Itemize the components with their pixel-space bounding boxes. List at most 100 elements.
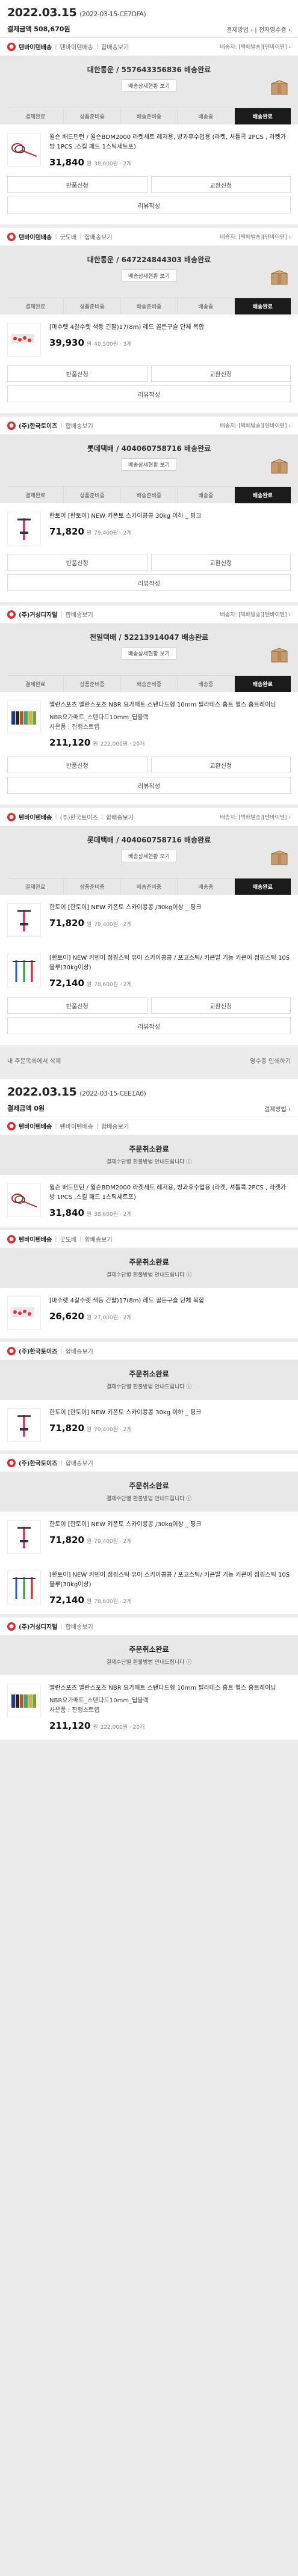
product-body: [마수렛 4갈수렛 색등 긴팔)17(8m) 레드 골든구슬 단체 복합 39,9… — [49, 323, 291, 357]
action-button[interactable]: 리뷰작성 — [7, 197, 291, 213]
shop-sub-name[interactable]: 텐바이텐배송 — [60, 1121, 93, 1130]
merge-shipping-link[interactable]: 합배송보기 — [66, 1622, 93, 1631]
refund-info-link[interactable]: 결제수단별 환불방법 안내드립니다 ⓘ — [7, 1271, 291, 1278]
shop-name[interactable]: (주)한국토이즈 — [19, 1346, 57, 1355]
original-price: 79,400원 · 2개 — [94, 530, 132, 536]
shipping-notice[interactable]: 배송지: [택배발송][텐바이텐] › — [220, 233, 291, 241]
product-name[interactable]: 한토이 [한토이] NEW 키폰토 스카이콩콩 /30kg이상 _ 핑크 — [49, 1520, 291, 1530]
merge-shipping-link[interactable]: 합배송보기 — [85, 1234, 113, 1244]
product-thumbnail[interactable] — [7, 1183, 41, 1217]
action-button[interactable]: 리뷰작성 — [7, 574, 291, 591]
shop-sub-name[interactable]: 굿도배 — [60, 1234, 77, 1244]
shop-name[interactable]: (주)거성디지털 — [19, 1622, 57, 1631]
product-name[interactable]: [마수렛 4갈수렛 색등 긴팔)17(8m) 레드 골든구슬 단체 복합 — [49, 323, 291, 333]
shop-info: ● (주)한국토이즈 | 합배송보기 — [7, 421, 93, 430]
action-button[interactable]: 교환신청 — [151, 756, 291, 773]
tracking-detail-button[interactable]: 배송상세현황 보기 — [121, 647, 177, 660]
shop-name[interactable]: 텐바이텐배송 — [19, 42, 52, 51]
action-button[interactable]: 리뷰작성 — [7, 777, 291, 794]
action-button[interactable]: 교환신청 — [151, 176, 291, 193]
price-currency: 원 — [86, 161, 92, 167]
price-currency: 원 — [86, 922, 92, 928]
product-thumbnail[interactable] — [7, 323, 41, 357]
print-receipt-link[interactable]: 영수증 인쇄하기 — [250, 1056, 291, 1065]
product-name[interactable]: 엘란스포츠 엘란스포츠 NBR 요가매트 스탠다드형 10mm 필라테스 홈트 … — [49, 1684, 291, 1693]
action-button[interactable]: 리뷰작성 — [7, 1017, 291, 1034]
action-button[interactable]: 반품신청 — [7, 756, 147, 773]
merge-shipping-link[interactable]: 합배송보기 — [85, 232, 113, 241]
delivery-step: 상품준비중 — [64, 675, 121, 692]
product-body: 한토이 [한토이] NEW 키폰토 스카이콩콩 /30kg이상 _ 핑크 71,8… — [49, 903, 291, 937]
payment-links[interactable]: 결제방법 › | 전자영수증 › — [226, 25, 291, 34]
refund-info-link[interactable]: 결제수단별 환불방법 안내드립니다 ⓘ — [7, 1494, 291, 1502]
product-name[interactable]: [한토이] NEW 키덴이 점핑스틱 유아 스카이콩콩 / 포고스틱/ 키큰발 … — [49, 954, 291, 973]
action-button[interactable]: 반품신청 — [7, 554, 147, 571]
merge-shipping-link[interactable]: 합배송보기 — [106, 812, 134, 821]
tracking-detail-button[interactable]: 배송상세현황 보기 — [121, 458, 177, 471]
shipping-notice[interactable]: 배송지: [택배발송][텐바이텐] › — [220, 610, 291, 618]
product-name[interactable]: 한토이 [한토이] NEW 키폰토 스카이콩콩 /30kg이상 _ 핑크 — [49, 903, 291, 913]
merge-shipping-link[interactable]: 합배송보기 — [101, 42, 129, 51]
refund-info-link[interactable]: 결제수단별 환불방법 안내드립니다 ⓘ — [7, 1158, 291, 1165]
merge-shipping-link[interactable]: 합배송보기 — [66, 1458, 93, 1467]
delivery-box-icon — [270, 270, 288, 286]
status-box: 롯데택배 / 404060758716 배송완료 배송상세현황 보기 결제완료 상품준… — [0, 826, 298, 895]
divider: | — [55, 233, 57, 240]
order-meta: 결제금액 0원 결제방법 › — [7, 1103, 291, 1113]
tracking-detail-button[interactable]: 배송상세현황 보기 — [121, 850, 177, 862]
product-thumbnail[interactable] — [7, 1296, 41, 1330]
product-name[interactable]: [한토이] NEW 키덴이 점핑스틱 유아 스카이콩콩 / 포고스틱/ 키큰발 … — [49, 1571, 291, 1590]
shipping-notice[interactable]: 배송지: [택배발송][텐바이텐] › — [220, 813, 291, 821]
action-button[interactable]: 교환신청 — [151, 365, 291, 382]
shop-name[interactable]: 텐바이텐배송 — [19, 1234, 52, 1244]
shop-sub-name[interactable]: 텐바이텐배송 — [60, 42, 93, 51]
shop-name[interactable]: (주)거성디지털 — [19, 610, 57, 619]
product-thumbnail[interactable] — [7, 1408, 41, 1442]
merge-shipping-link[interactable]: 합배송보기 — [66, 610, 93, 619]
payment-links[interactable]: 결제방법 › — [264, 1104, 291, 1113]
shop-name[interactable]: (주)한국토이즈 — [19, 421, 57, 430]
product-thumbnail[interactable] — [7, 1571, 41, 1604]
product-thumbnail[interactable] — [7, 1520, 41, 1554]
refund-info-link[interactable]: 결제수단별 환불방법 안내드립니다 ⓘ — [7, 1382, 291, 1390]
shop-sub-name[interactable]: 굿도배 — [60, 232, 77, 241]
product-thumbnail[interactable] — [7, 512, 41, 545]
shop-name[interactable]: 텐바이텐배송 — [19, 1121, 52, 1130]
product-thumbnail[interactable] — [7, 1684, 41, 1717]
product-name[interactable]: 엘란스포츠 엘란스포츠 NBR 요가매트 스탠다드형 10mm 필라테스 홈트 … — [49, 701, 291, 710]
product-name[interactable]: 윌슨 배드민턴 / 윌슨BDM2000 라켓세트 레저용, 방과후수업용 (라켓… — [49, 133, 291, 152]
action-button[interactable]: 리뷰작성 — [7, 385, 291, 402]
shop-row: ● (주)한국토이즈 | 합배송보기 — [0, 1454, 298, 1472]
product-name[interactable]: [마수렛 4갈수렛 색등 긴팔)17(8m) 레드 골든구슬 단체 복합 — [49, 1296, 291, 1306]
product-thumbnail[interactable] — [7, 903, 41, 937]
shop-sub-name[interactable]: (주)한국토이즈 — [60, 812, 98, 821]
price-currency: 원 — [86, 1539, 92, 1545]
shipping-notice[interactable]: 배송지: [택배발송][텐바이텐] › — [220, 43, 291, 51]
order-actions: 반품신청 교환신청리뷰작성 — [0, 756, 298, 805]
shop-name[interactable]: (주)한국토이즈 — [19, 1458, 57, 1467]
action-button[interactable]: 반품신청 — [7, 997, 147, 1014]
refund-info-link[interactable]: 결제수단별 환불방법 안내드립니다 ⓘ — [7, 1658, 291, 1666]
merge-shipping-link[interactable]: 합배송보기 — [101, 1121, 129, 1130]
action-button[interactable]: 반품신청 — [7, 365, 147, 382]
action-button[interactable]: 교환신청 — [151, 997, 291, 1014]
shipping-notice[interactable]: 배송지: [택배발송][텐바이텐] › — [220, 422, 291, 429]
product-thumbnail[interactable] — [7, 954, 41, 987]
product-name[interactable]: 윌슨 배드민턴 / 윌슨BDM2000 라켓세트 레저용, 방과후수업용 (라켓… — [49, 1183, 291, 1203]
shop-name[interactable]: 텐바이텐배송 — [19, 232, 52, 241]
tracking-detail-button[interactable]: 배송상세현황 보기 — [121, 269, 177, 282]
tracking-detail-button[interactable]: 배송상세현황 보기 — [121, 79, 177, 92]
product-thumbnail[interactable] — [7, 701, 41, 734]
shop-name[interactable]: 텐바이텐배송 — [19, 812, 52, 821]
product-thumbnail[interactable] — [7, 133, 41, 167]
merge-shipping-link[interactable]: 합배송보기 — [66, 421, 93, 430]
status-box: 롯데택배 / 404060758716 배송완료 배송상세현황 보기 결제완료 상품준… — [0, 435, 298, 503]
product-name[interactable]: 한토이 [한토이] NEW 키폰토 스카이콩콩 30kg 이하 _ 핑크 — [49, 512, 291, 521]
action-button[interactable]: 반품신청 — [7, 176, 147, 193]
delete-order-link[interactable]: 내 주문목록에서 삭제 — [7, 1056, 61, 1065]
product-name[interactable]: 한토이 [한토이] NEW 키폰토 스카이콩콩 30kg 이하 _ 핑크 — [49, 1408, 291, 1418]
action-button[interactable]: 교환신청 — [151, 554, 291, 571]
product-body: 윌슨 배드민턴 / 윌슨BDM2000 라켓세트 레저용, 방과후수업용 (라켓… — [49, 133, 291, 168]
product-body: 한토이 [한토이] NEW 키폰토 스카이콩콩 30kg 이하 _ 핑크 71,8… — [49, 512, 291, 545]
merge-shipping-link[interactable]: 합배송보기 — [66, 1346, 93, 1355]
